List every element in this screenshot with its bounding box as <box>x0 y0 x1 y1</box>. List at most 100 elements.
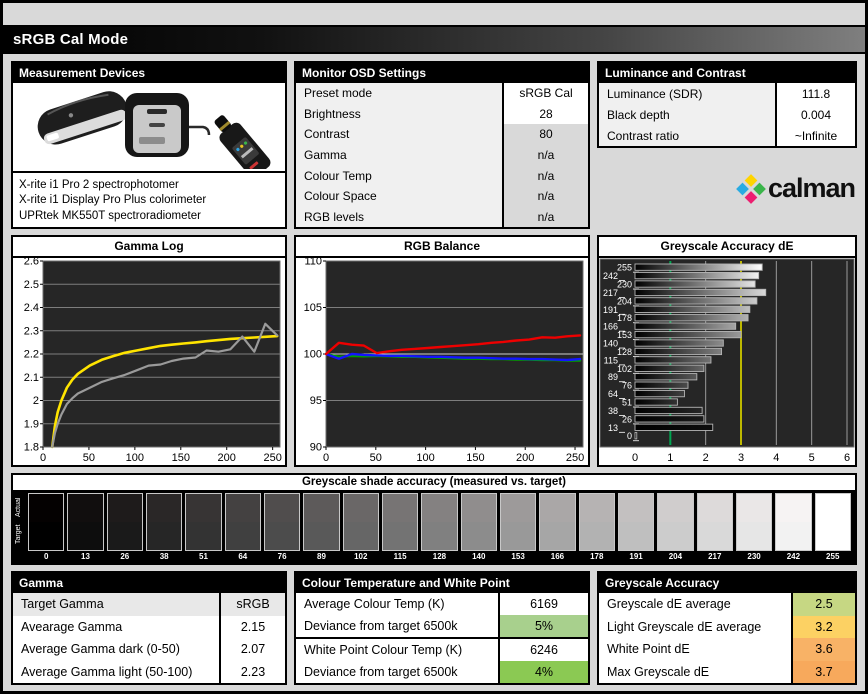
svg-text:204: 204 <box>617 296 632 306</box>
shade-swatch-102 <box>342 493 379 551</box>
target-shade <box>146 522 182 550</box>
colour-temp-table: Average Colour Temp (K) 6169 Deviance fro… <box>296 593 588 683</box>
de-bar-64 <box>634 389 685 398</box>
de-bar-217 <box>634 288 767 297</box>
svg-text:128: 128 <box>617 347 632 357</box>
actual-shade <box>540 494 575 522</box>
svg-text:250: 250 <box>566 452 584 464</box>
shade-value: 140 <box>472 552 486 561</box>
svg-text:217: 217 <box>603 288 618 298</box>
shade-value: 89 <box>317 552 326 561</box>
rgb_balance-svg: 90 95 100 105 110 0 50 100 150 200 250 <box>304 258 585 464</box>
shade-value: 115 <box>393 552 407 561</box>
shade-swatch-230 <box>735 493 773 551</box>
target-shade <box>736 522 772 550</box>
actual-shade <box>107 494 142 522</box>
table-row: Preset mode sRGB Cal <box>296 83 588 104</box>
strip-actual-label: Actual <box>15 497 22 517</box>
svg-text:2.6: 2.6 <box>24 258 39 268</box>
gamma-log-chart: 1.8 1.9 2 2.1 2.2 2.3 2.4 2.5 2.6 0 50 100 150 200 250 <box>13 258 285 465</box>
table-row: Max Greyscale dE 3.7 <box>599 660 855 683</box>
shade-value: 76 <box>277 552 287 561</box>
de-bar-115 <box>634 356 712 364</box>
shade-swatch-38 <box>145 493 183 551</box>
luminance-table: Luminance (SDR) 111.8 Black depth 0.004 Co… <box>599 83 855 146</box>
table-row: RGB levels n/a <box>296 206 588 228</box>
shade-value: 38 <box>159 552 169 561</box>
shade-swatch-242 <box>775 493 812 551</box>
actual-shade <box>697 494 732 522</box>
svg-text:13: 13 <box>608 423 618 433</box>
svg-text:0: 0 <box>323 452 329 464</box>
osd-table: Preset mode sRGB Cal Brightness 28 Contras… <box>296 83 588 228</box>
shade-value: 153 <box>511 552 525 561</box>
svg-text:200: 200 <box>516 452 534 464</box>
de-bar-38 <box>634 406 703 415</box>
greyscale-strip-panel: Greyscale shade accuracy (measured vs. t… <box>11 473 857 565</box>
de-bar-153 <box>634 330 742 339</box>
device-list-item: X-rite i1 Display Pro Plus colorimeter <box>19 194 207 206</box>
shade-swatch-191 <box>617 493 655 551</box>
de-bar-128 <box>634 347 723 356</box>
shade-swatch-89 <box>303 493 340 551</box>
shade-swatch-153 <box>499 493 537 551</box>
table-row: Brightness 28 <box>296 103 588 125</box>
shade-value: 204 <box>668 552 683 561</box>
strip-title: Greyscale shade accuracy (measured vs. t… <box>13 475 855 490</box>
panel-header: Colour Temperature and White Point <box>296 573 588 593</box>
greyscale-strip: Actual Target 0 13 26 38 51 64 76 89 102 115 128 14… <box>13 490 855 563</box>
actual-shade <box>422 494 457 522</box>
title-bar: sRGB Cal Mode <box>3 25 865 54</box>
target-shade <box>776 522 811 550</box>
greyscale-accuracy-table: Greyscale dE average 2.5 Light Greyscale … <box>599 593 855 683</box>
svg-text:2.5: 2.5 <box>24 279 39 291</box>
svg-text:200: 200 <box>218 452 236 464</box>
shade-swatches <box>28 493 851 551</box>
shade-swatch-217 <box>696 493 733 551</box>
svg-text:4: 4 <box>773 452 779 464</box>
monitor-osd-settings-panel: Monitor OSD Settings Preset mode sRGB Cal… <box>294 61 590 229</box>
svg-text:100: 100 <box>126 452 144 464</box>
de-bar-13 <box>634 423 714 431</box>
strip-target-label: Target <box>15 524 22 544</box>
target-shade <box>29 522 64 550</box>
shade-value: 13 <box>81 552 90 561</box>
greyscale-accuracy-summary-panel: Greyscale Accuracy Greyscale dE average 2… <box>597 571 857 685</box>
de-bar-0 <box>634 432 638 440</box>
actual-shade <box>146 494 182 522</box>
de-bar-166 <box>634 322 737 330</box>
target-shade <box>422 522 457 550</box>
luminance-column: Luminance and Contrast Luminance (SDR) 11… <box>597 61 857 229</box>
page-title: sRGB Cal Mode <box>13 31 129 48</box>
shade-swatch-0 <box>28 493 65 551</box>
actual-shade <box>29 494 64 522</box>
actual-shade <box>500 494 536 522</box>
actual-shade <box>776 494 811 522</box>
de-bar-255 <box>634 263 763 271</box>
actual-shade <box>658 494 693 522</box>
shade-swatch-166 <box>539 493 576 551</box>
de-bar-242 <box>634 271 760 280</box>
target-shade <box>500 522 536 550</box>
luminance-contrast-panel: Luminance and Contrast Luminance (SDR) 11… <box>597 61 857 148</box>
table-row: Colour Space n/a <box>296 185 588 207</box>
chart-title: RGB Balance <box>296 237 588 258</box>
de-bar-102 <box>634 364 705 372</box>
target-shade <box>382 522 418 550</box>
calman-logo-icon <box>736 173 766 204</box>
svg-text:2.1: 2.1 <box>24 372 39 384</box>
measurement-devices-panel: Measurement Devices X-rite i1 Pro 2 spec… <box>11 61 287 229</box>
actual-shade <box>618 494 654 522</box>
greyscale-accuracy-de-panel: Greyscale Accuracy dE 0 1 2 3 4 5 6 255 242 230 21… <box>597 235 857 467</box>
svg-text:64: 64 <box>608 389 618 399</box>
svg-text:2.4: 2.4 <box>24 302 39 314</box>
chart-title: Greyscale Accuracy dE <box>599 237 855 258</box>
svg-text:26: 26 <box>622 414 632 424</box>
shade-swatch-178 <box>578 493 615 551</box>
svg-text:242: 242 <box>603 271 618 281</box>
de-bar-89 <box>634 373 698 381</box>
table-row: Avearage Gamma 2.15 <box>13 615 285 638</box>
svg-text:100: 100 <box>416 452 434 464</box>
table-row: Target Gamma sRGB <box>13 593 285 616</box>
table-row: Average Colour Temp (K) 6169 <box>296 593 588 615</box>
